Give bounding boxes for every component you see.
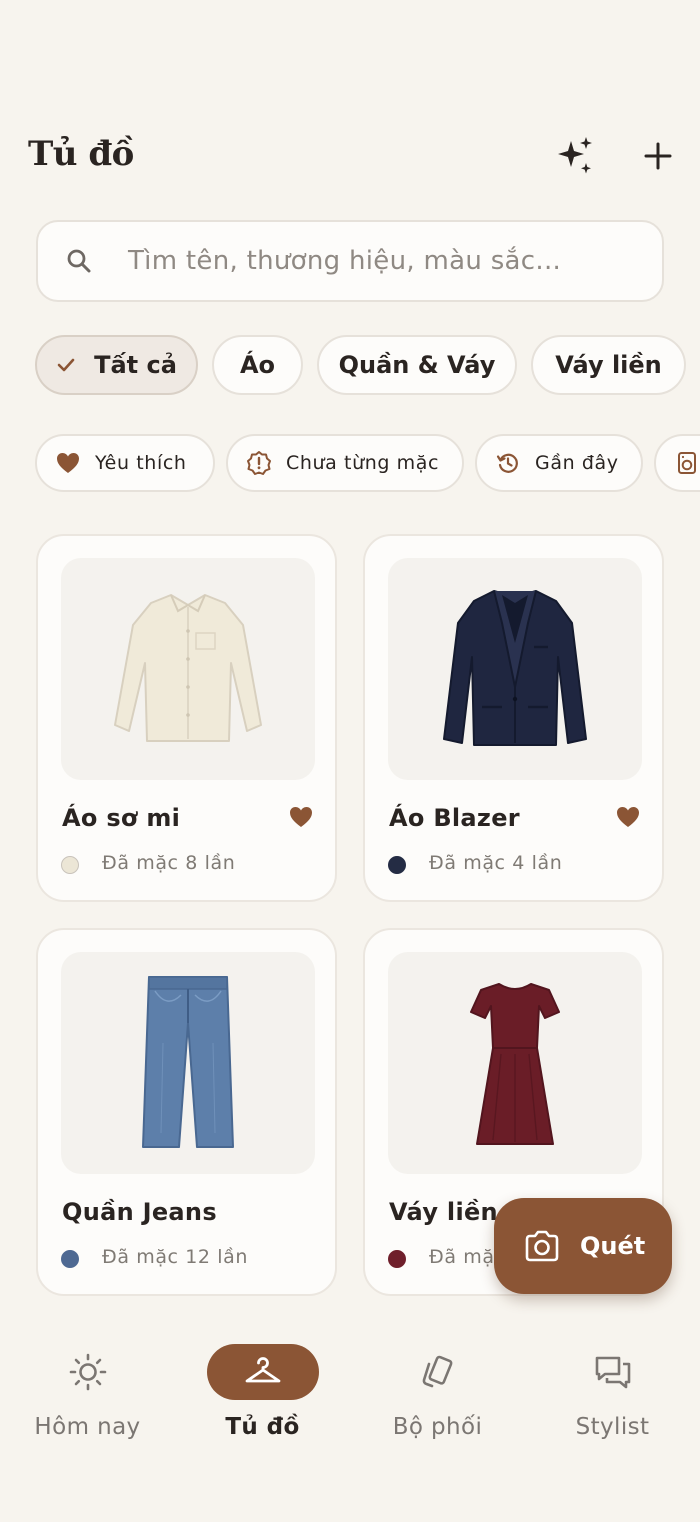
chip-label: Áo bbox=[239, 351, 276, 379]
chip-label: Tất cả bbox=[94, 351, 177, 379]
scan-button[interactable]: Quét bbox=[494, 1198, 672, 1294]
worn-count: Đã mặc 4 lần bbox=[429, 852, 563, 874]
item-card[interactable]: Áo sơ mi Đã mặc 8 lần bbox=[36, 534, 337, 902]
bottom-nav: Hôm nay Tủ đồ Bộ phối Stylist bbox=[0, 1310, 700, 1522]
filter-recent[interactable]: Gần đây bbox=[475, 434, 643, 492]
shirt-image bbox=[61, 558, 315, 780]
worn-count: Đã mặc 12 lần bbox=[102, 1246, 249, 1268]
page-title: Tủ đồ bbox=[28, 134, 134, 174]
nav-label: Tủ đồ bbox=[225, 1414, 300, 1440]
nav-outfits[interactable]: Bộ phối bbox=[350, 1344, 525, 1440]
filter-never-worn[interactable]: Chưa từng mặc bbox=[226, 434, 464, 492]
nav-today[interactable]: Hôm nay bbox=[0, 1344, 175, 1440]
history-icon bbox=[495, 450, 521, 476]
chip-all[interactable]: Tất cả bbox=[35, 335, 198, 395]
scan-label: Quét bbox=[580, 1232, 646, 1260]
camera-icon bbox=[524, 1230, 560, 1262]
item-name: Áo sơ mi bbox=[62, 804, 181, 832]
filter-favorites[interactable]: Yêu thích bbox=[35, 434, 215, 492]
color-swatch bbox=[61, 856, 79, 874]
item-card[interactable]: Áo Blazer Đã mặc 4 lần bbox=[363, 534, 664, 902]
check-icon bbox=[56, 357, 76, 373]
search-input[interactable]: Tìm tên, thương hiệu, màu sắc... bbox=[128, 246, 561, 276]
search-bar[interactable]: Tìm tên, thương hiệu, màu sắc... bbox=[36, 220, 664, 302]
filter-label: Gần đây bbox=[535, 452, 619, 474]
color-swatch bbox=[388, 1250, 406, 1268]
laundry-icon bbox=[674, 450, 700, 476]
chip-tops[interactable]: Áo bbox=[212, 335, 303, 395]
sparkle-icon[interactable] bbox=[551, 132, 599, 180]
nav-label: Hôm nay bbox=[34, 1414, 141, 1440]
heart-icon[interactable] bbox=[289, 806, 313, 832]
heart-icon bbox=[55, 450, 81, 476]
color-swatch bbox=[388, 856, 406, 874]
item-name: Áo Blazer bbox=[389, 804, 520, 832]
filter-label: Yêu thích bbox=[95, 452, 187, 474]
nav-wardrobe[interactable]: Tủ đồ bbox=[175, 1344, 350, 1440]
cards-icon bbox=[418, 1344, 458, 1400]
sun-icon bbox=[68, 1344, 108, 1400]
filter-label: Chưa từng mặc bbox=[286, 452, 440, 474]
jeans-image bbox=[61, 952, 315, 1174]
blazer-image bbox=[388, 558, 642, 780]
chip-bottoms[interactable]: Quần & Váy bbox=[317, 335, 517, 395]
item-name: Quần Jeans bbox=[62, 1198, 217, 1226]
worn-count: Đã mặc 8 lần bbox=[102, 852, 236, 874]
chip-dresses[interactable]: Váy liền bbox=[531, 335, 686, 395]
item-card[interactable]: Quần Jeans Đã mặc 12 lần bbox=[36, 928, 337, 1296]
dress-image bbox=[388, 952, 642, 1174]
color-swatch bbox=[61, 1250, 79, 1268]
chip-label: Váy liền bbox=[555, 351, 662, 379]
chat-icon bbox=[593, 1344, 633, 1400]
heart-icon[interactable] bbox=[616, 806, 640, 832]
search-icon bbox=[64, 246, 94, 276]
hanger-icon bbox=[206, 1344, 319, 1400]
nav-label: Bộ phối bbox=[392, 1414, 483, 1440]
filter-laundry[interactable] bbox=[654, 434, 700, 492]
item-name: Váy liền bbox=[389, 1198, 498, 1226]
nav-label: Stylist bbox=[575, 1414, 650, 1440]
add-item-button[interactable] bbox=[634, 132, 682, 180]
alert-badge-icon bbox=[246, 450, 272, 476]
nav-stylist[interactable]: Stylist bbox=[525, 1344, 700, 1440]
chip-label: Quần & Váy bbox=[338, 351, 496, 379]
plus-icon bbox=[644, 142, 672, 170]
